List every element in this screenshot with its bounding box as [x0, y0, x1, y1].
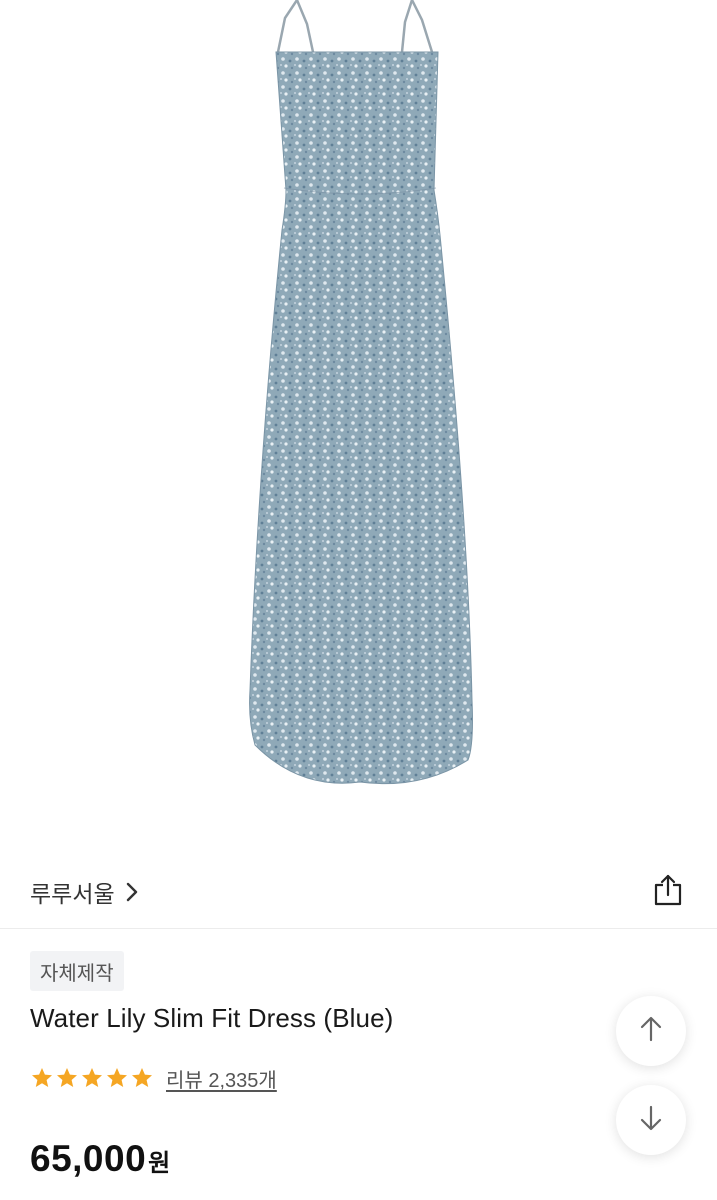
scroll-bottom-button[interactable] [616, 1085, 686, 1155]
star-rating [30, 1066, 154, 1090]
star-icon [30, 1066, 54, 1090]
arrow-down-icon [638, 1104, 664, 1137]
star-icon [105, 1066, 129, 1090]
chevron-right-icon [125, 881, 139, 903]
self-made-badge: 자체제작 [30, 951, 124, 991]
product-name: Water Lily Slim Fit Dress (Blue) [30, 1003, 394, 1033]
rating-row: 리뷰 2,335개 [30, 1060, 277, 1096]
badge-label: 자체제작 [40, 962, 114, 985]
brand-link[interactable]: 루루서울 [30, 870, 139, 914]
star-icon [130, 1066, 154, 1090]
star-icon [55, 1066, 79, 1090]
brand-row: 루루서울 [0, 862, 717, 924]
dress-image [249, 0, 473, 785]
price-amount: 65,000 [30, 1138, 147, 1179]
price: 65,000 원 [30, 1138, 170, 1180]
arrow-up-icon [638, 1015, 664, 1048]
share-button[interactable] [648, 870, 688, 914]
divider [0, 928, 717, 929]
review-count-link[interactable]: 리뷰 2,335개 [166, 1064, 277, 1093]
price-unit: 원 [148, 1150, 171, 1177]
brand-name: 루루서울 [30, 881, 115, 907]
star-icon [80, 1066, 104, 1090]
share-icon [652, 873, 684, 912]
scroll-top-button[interactable] [616, 996, 686, 1066]
product-image[interactable] [0, 0, 717, 850]
